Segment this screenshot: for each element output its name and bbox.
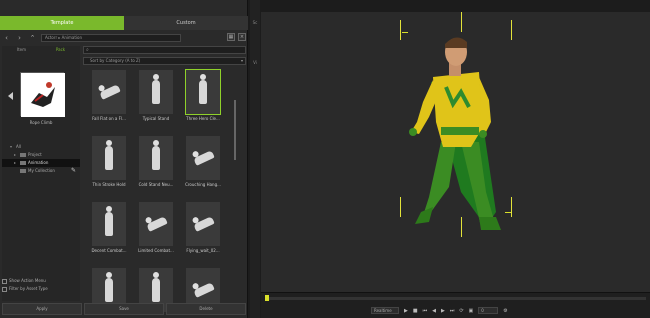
preview-area: Rope Climb bbox=[2, 54, 80, 129]
preview-thumbnail bbox=[20, 72, 65, 117]
first-frame-icon[interactable]: ⏮ bbox=[423, 308, 428, 314]
content-manager-panel: Template Custom ‹ › ⌃ Actorr ▸ Animation… bbox=[0, 0, 248, 318]
tree-item-all[interactable]: ▾ All bbox=[2, 143, 80, 151]
grid-item[interactable]: Crouching Hang... bbox=[183, 136, 223, 187]
previous-arrow-icon[interactable] bbox=[8, 92, 13, 100]
nav-bar: ‹ › ⌃ Actorr ▸ Animation ▦ × bbox=[0, 33, 248, 43]
thumbnail bbox=[92, 70, 126, 114]
side-dock-strip: Sc Vi bbox=[250, 0, 260, 318]
grid-caption: Decent Combat... bbox=[91, 248, 127, 253]
timeline-settings-icon[interactable]: ⚙ bbox=[503, 308, 507, 314]
preview-caption: Rope Climb bbox=[29, 120, 53, 125]
3d-viewport[interactable] bbox=[261, 12, 650, 292]
back-icon[interactable]: ‹ bbox=[2, 34, 11, 43]
tab-template[interactable]: Template bbox=[0, 16, 124, 30]
chevron-down-icon: ▾ bbox=[240, 58, 243, 63]
content-area: ⌕ Sort by Category (A to Z) ▾ Fall Flat o… bbox=[83, 46, 246, 312]
search-icon: ⌕ bbox=[86, 47, 89, 53]
sidebar-options: Show Action Menu Filter by Asset Type bbox=[2, 277, 80, 293]
delete-button[interactable]: Delete bbox=[166, 303, 246, 315]
superhero-character[interactable] bbox=[401, 22, 521, 237]
grid-caption: Fall Flat on a Fl... bbox=[92, 116, 126, 121]
grid-item[interactable]: Decent Combat... bbox=[89, 202, 129, 253]
up-icon[interactable]: ⌃ bbox=[28, 34, 37, 43]
playback-controls: Realtime ▶ ■ ⏮ ◀ ▶ ⏭ ⟳ ▣ 0 ⚙ bbox=[371, 307, 508, 314]
folder-icon bbox=[20, 153, 26, 157]
stop-icon[interactable]: ■ bbox=[413, 308, 418, 314]
record-icon[interactable]: ▣ bbox=[469, 308, 474, 314]
timeline-playhead[interactable] bbox=[265, 295, 269, 301]
thumbnail bbox=[139, 136, 173, 180]
grid-item[interactable]: Fall Flat on a Fl... bbox=[89, 70, 129, 121]
timeline: Realtime ▶ ■ ⏮ ◀ ▶ ⏭ ⟳ ▣ 0 ⚙ bbox=[261, 292, 650, 318]
grid-caption: Crouching Hang... bbox=[185, 182, 221, 187]
thumbnail bbox=[186, 136, 220, 180]
grid-caption: Thin Stroke Hold bbox=[92, 182, 126, 187]
search-input[interactable]: ⌕ bbox=[83, 46, 246, 54]
tree-item-project[interactable]: ▸ Project bbox=[2, 151, 80, 159]
play-icon[interactable]: ▶ bbox=[404, 308, 408, 314]
checkbox-icon[interactable] bbox=[2, 278, 7, 284]
tab-custom[interactable]: Custom bbox=[124, 16, 248, 30]
next-frame-icon[interactable]: ▶ bbox=[441, 308, 445, 314]
grid-item[interactable]: Cold Stand Neu... bbox=[136, 136, 176, 187]
show-action-menu-option[interactable]: Show Action Menu bbox=[2, 277, 80, 285]
thumbnail bbox=[139, 202, 173, 246]
filter-asset-type-option[interactable]: Filter by Asset Type bbox=[2, 285, 80, 293]
grid-item-selected[interactable]: Three Hero Cle... bbox=[183, 69, 223, 121]
forward-icon[interactable]: › bbox=[15, 34, 24, 43]
save-button[interactable]: Save bbox=[84, 303, 164, 315]
frame-input[interactable]: 0 bbox=[478, 307, 499, 314]
last-frame-icon[interactable]: ⏭ bbox=[450, 308, 455, 314]
grid-item[interactable]: Typical Stand bbox=[136, 70, 176, 121]
previous-frame-icon[interactable]: ◀ bbox=[432, 308, 436, 314]
close-icon[interactable]: × bbox=[238, 33, 246, 41]
sort-dropdown[interactable]: Sort by Category (A to Z) ▾ bbox=[83, 57, 246, 65]
main-tabbar: Template Custom bbox=[0, 16, 248, 30]
sidebar-tab-item[interactable]: Item bbox=[2, 46, 41, 54]
thumbnail bbox=[92, 202, 126, 246]
bottom-bar: Apply Save Delete bbox=[2, 303, 246, 315]
folder-icon bbox=[20, 161, 26, 165]
dock-tab-scene[interactable]: Sc bbox=[251, 20, 259, 25]
dock-tab-visual[interactable]: Vi bbox=[251, 60, 259, 65]
grid-caption: Cold Stand Neu... bbox=[138, 182, 174, 187]
sidebar: Item Pack Rope Climb ▾ All ▸ Project ▸ Anim… bbox=[2, 46, 80, 301]
grid-item[interactable]: Thin Stroke Hold bbox=[89, 136, 129, 187]
tree-item-my-collection[interactable]: My Collection ✎ bbox=[2, 167, 80, 175]
thumbnail bbox=[139, 70, 173, 114]
loop-icon[interactable]: ⟳ bbox=[459, 308, 463, 314]
grid-caption: Limited Combat... bbox=[138, 248, 174, 253]
thumbnail bbox=[92, 136, 126, 180]
grid-caption: Three Hero Cle... bbox=[186, 116, 220, 121]
thumbnail bbox=[185, 69, 221, 115]
apply-button[interactable]: Apply bbox=[2, 303, 82, 315]
checkbox-icon[interactable] bbox=[2, 286, 7, 292]
pencil-icon[interactable]: ✎ bbox=[71, 167, 76, 175]
category-tree: ▾ All ▸ Project ▸ Animation My Collection ✎ bbox=[2, 143, 80, 175]
timeline-track[interactable] bbox=[265, 297, 646, 300]
path-breadcrumb[interactable]: Actorr ▸ Animation bbox=[41, 34, 181, 42]
grid-scrollbar[interactable] bbox=[234, 100, 236, 160]
grid-item[interactable]: Limited Combat... bbox=[136, 202, 176, 253]
thumbnail bbox=[186, 202, 220, 246]
sidebar-tab-pack[interactable]: Pack bbox=[41, 46, 80, 54]
grid-caption: Flying_wait_02... bbox=[186, 248, 220, 253]
tree-item-animation[interactable]: ▸ Animation bbox=[2, 159, 80, 167]
playback-mode-dropdown[interactable]: Realtime bbox=[371, 307, 399, 314]
grid-item[interactable]: Flying_wait_02... bbox=[183, 202, 223, 253]
grid-caption: Typical Stand bbox=[142, 116, 170, 121]
folder-icon bbox=[20, 169, 26, 173]
view-mode-button[interactable]: ▦ bbox=[227, 33, 235, 41]
